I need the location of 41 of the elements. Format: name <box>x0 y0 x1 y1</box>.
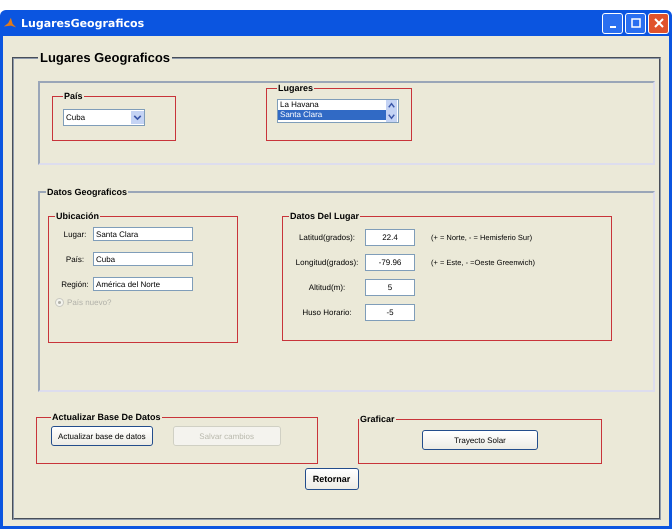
list-item[interactable]: La Havana <box>278 100 386 110</box>
field-label: Altitud(m): <box>308 283 346 292</box>
solar-path-button[interactable]: Trayecto Solar <box>422 430 538 450</box>
dropdown-value: Cuba <box>65 113 86 122</box>
input-field[interactable]: Cuba <box>93 252 193 266</box>
close-button[interactable] <box>648 12 669 34</box>
input-field[interactable]: -79.96 <box>365 254 415 271</box>
field-label: País: <box>64 254 86 264</box>
group-title: Datos Del Lugar <box>289 211 360 221</box>
maximize-icon <box>630 18 640 28</box>
input-field[interactable]: -5 <box>365 304 415 321</box>
close-icon <box>654 18 664 28</box>
window-title: LugaresGeograficos <box>21 16 146 30</box>
group-title: Lugares <box>277 83 314 93</box>
radio-label: País nuevo? <box>67 298 112 307</box>
country-dropdown[interactable]: Cuba <box>63 109 145 126</box>
group-title: Actualizar Base De Datos <box>51 412 162 422</box>
field-label: Huso Horario: <box>301 308 353 317</box>
field-label: Lugar: <box>62 230 88 238</box>
app-icon <box>3 16 17 30</box>
list-item[interactable]: Santa Clara <box>278 110 386 120</box>
input-field[interactable]: 22.4 <box>365 229 415 246</box>
input-field[interactable]: Santa Clara <box>93 227 193 241</box>
places-listbox[interactable]: La Havana Santa Clara <box>277 99 399 123</box>
input-field[interactable]: 5 <box>365 279 415 296</box>
group-title: Ubicación <box>55 211 100 221</box>
input-field[interactable]: América del Norte <box>93 277 193 291</box>
maximize-button[interactable] <box>625 12 646 34</box>
field-label: Latitud(grados): <box>298 233 356 242</box>
panel-title: Lugares Geograficos <box>39 50 172 65</box>
panel-title: Datos Geograficos <box>46 187 128 197</box>
action-button[interactable]: Actualizar base de datos <box>51 426 153 446</box>
field-label: Región: <box>60 280 90 288</box>
minimize-button[interactable] <box>602 12 623 34</box>
return-button[interactable]: Retornar <box>304 468 358 490</box>
group-title: Graficar <box>359 414 396 424</box>
scroll-up-icon[interactable] <box>386 100 397 111</box>
scroll-down-icon[interactable] <box>386 111 397 122</box>
minimize-icon <box>610 26 616 28</box>
field-label: Longitud(grados): <box>294 258 360 267</box>
group-title: País <box>63 91 84 101</box>
